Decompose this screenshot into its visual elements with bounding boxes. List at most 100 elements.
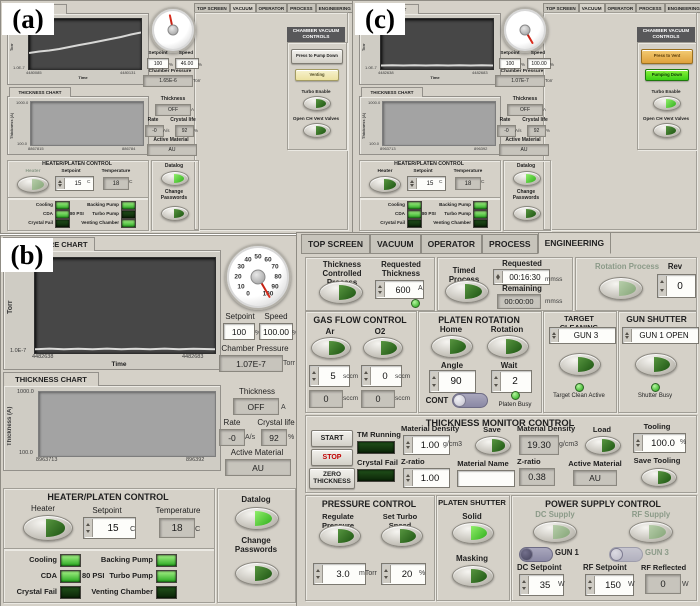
rf-supply-label: RF Supply xyxy=(631,510,671,519)
tab-process[interactable]: PROCESS xyxy=(482,234,538,254)
heater-platen-title: HEATER/PLATEN CONTROL xyxy=(42,161,112,167)
venting-chamber-led xyxy=(156,586,177,599)
pump-vent-button[interactable]: Press to Vent xyxy=(641,49,693,64)
rf-setpoint-input[interactable]: 150 xyxy=(585,574,634,596)
turbo-pump-label: Turbo Pump xyxy=(109,571,153,580)
rotation-process-button[interactable] xyxy=(599,277,643,300)
heater-button[interactable] xyxy=(369,176,401,193)
open-vent-valves-button[interactable] xyxy=(653,123,681,138)
target-clean-button[interactable] xyxy=(559,353,601,376)
masking-button[interactable] xyxy=(452,565,494,587)
change-passwords-button[interactable] xyxy=(513,206,541,221)
open-vent-valves-button[interactable] xyxy=(303,123,331,138)
rate-label: Rate xyxy=(147,117,159,123)
o2-actual-value: 0 xyxy=(361,390,395,408)
gun3-toggle[interactable] xyxy=(609,547,643,562)
tooling-input[interactable]: 100.0 xyxy=(633,433,686,453)
change-passwords-button[interactable] xyxy=(235,562,279,585)
thickness-value: OFF xyxy=(507,104,543,116)
gauge-tick: 30 xyxy=(237,263,245,271)
crystal-life-value: 92 xyxy=(527,125,546,137)
heater-button[interactable] xyxy=(23,515,73,541)
heater-setpoint-input[interactable]: 15 xyxy=(83,517,136,539)
datalog-button[interactable] xyxy=(161,171,189,186)
change-passwords-button[interactable] xyxy=(161,206,189,221)
timed-process-button[interactable] xyxy=(445,280,489,303)
heater-button[interactable] xyxy=(17,176,49,193)
wait-input[interactable]: 2 xyxy=(491,370,532,393)
panel-b-vacuum-screen-zoom: R PRESSURE CHART Torr 1.0E-7 4482638 448… xyxy=(0,235,298,606)
set-turbo-speed-button[interactable] xyxy=(381,525,423,547)
tab-engineering[interactable]: ENGINEERING xyxy=(537,233,612,254)
heater-setpoint-unit: C xyxy=(130,524,136,533)
tab-top-screen[interactable]: TOP SCREEN xyxy=(301,234,370,254)
gauge-tick: 60 xyxy=(264,256,272,264)
tm-start-button[interactable]: START xyxy=(311,430,353,447)
pressure-plot xyxy=(34,257,216,354)
rate-value: -0 xyxy=(219,429,245,446)
turbo-pump-led xyxy=(121,210,136,219)
cont-toggle[interactable] xyxy=(452,393,488,408)
gun-shutter-button[interactable] xyxy=(635,353,677,376)
dc-supply-button[interactable] xyxy=(533,521,577,543)
o2-button[interactable] xyxy=(363,337,403,359)
regulate-pressure-button[interactable] xyxy=(319,525,361,547)
gauge-tick: 10 xyxy=(237,283,245,291)
shutter-gun-select[interactable]: GUN 1 OPEN xyxy=(622,327,699,344)
platen-busy-label: Platen Busy xyxy=(498,401,532,408)
pressure-y-axis-label: Torr xyxy=(7,300,14,314)
requested-time-input[interactable]: 00:16:30 xyxy=(493,269,550,285)
solid-button[interactable] xyxy=(452,522,494,544)
tm-stop-button[interactable]: STOP xyxy=(311,449,353,466)
save-button[interactable] xyxy=(475,436,511,455)
target-gun-select[interactable]: GUN 3 xyxy=(549,327,616,344)
rev-label: Rev xyxy=(667,262,683,271)
masking-label: Masking xyxy=(455,554,488,563)
heater-label: Heater xyxy=(25,169,41,174)
home-button[interactable] xyxy=(431,335,473,358)
thickness-chart-tab[interactable]: THICKNESS CHART xyxy=(361,87,423,97)
turbo-enable-button[interactable] xyxy=(653,96,681,111)
turbo-enable-button[interactable] xyxy=(303,96,331,111)
rev-input[interactable]: 0 xyxy=(657,274,696,298)
turbo-speed-gauge: 0 10 20 30 40 50 60 70 80 90 100 xyxy=(225,244,291,310)
setpoint-value[interactable]: 100 xyxy=(147,58,169,69)
angle-input[interactable]: 90 xyxy=(429,370,476,393)
thickness-plot xyxy=(30,101,144,146)
setpoint-value[interactable]: 100 xyxy=(223,323,255,340)
zratio-input[interactable]: 1.00 xyxy=(403,468,450,488)
heater-setpoint-label: Setpoint xyxy=(92,506,122,515)
thickness-controlled-process-button[interactable] xyxy=(319,281,363,304)
pressure-control-group xyxy=(305,495,435,601)
turbo-pump-led xyxy=(156,570,177,583)
thickness-label: Thickness xyxy=(512,96,538,102)
datalog-button[interactable] xyxy=(513,171,541,186)
cda-label: CDA xyxy=(40,571,57,580)
save-tooling-button[interactable] xyxy=(641,468,677,487)
rf-supply-button[interactable] xyxy=(629,521,673,543)
heater-setpoint-unit: C xyxy=(87,180,91,185)
zero-thickness-button[interactable]: ZERO THICKNESS xyxy=(309,468,355,489)
gun1-toggle[interactable] xyxy=(519,547,553,562)
composite-figure: TOP SCREEN VACUUM OPERATOR PROCESS ENGIN… xyxy=(0,0,700,606)
save-label: Save xyxy=(483,425,501,434)
rotation-button[interactable] xyxy=(487,335,529,358)
angle-label: Angle xyxy=(440,361,464,370)
tooling-label: Tooling xyxy=(643,422,671,431)
tab-vacuum[interactable]: VACUUM xyxy=(369,234,421,254)
open-vent-valves-label: Open CH Vent Valves xyxy=(642,116,690,121)
thickness-chart-tab[interactable]: THICKNESS CHART xyxy=(3,372,99,386)
datalog-button[interactable] xyxy=(235,507,279,530)
pump-vent-button[interactable]: Press to Pump Down xyxy=(291,49,343,64)
active-material-label: Active Material xyxy=(153,137,189,143)
material-name-input[interactable] xyxy=(457,470,515,487)
chamber-pressure-value: 1.07E-7 xyxy=(495,75,545,87)
tab-operator[interactable]: OPERATOR xyxy=(420,234,483,254)
requested-thickness-input[interactable]: 600 xyxy=(375,280,424,299)
thickness-chart-tab[interactable]: THICKNESS CHART xyxy=(9,87,71,97)
setpoint-value[interactable]: 100 xyxy=(499,58,521,69)
thickness-xtick-left: 8963713 xyxy=(380,146,396,151)
ar-button[interactable] xyxy=(311,337,351,359)
change-passwords-label: Change Passwords xyxy=(160,189,188,201)
load-button[interactable] xyxy=(585,436,621,455)
